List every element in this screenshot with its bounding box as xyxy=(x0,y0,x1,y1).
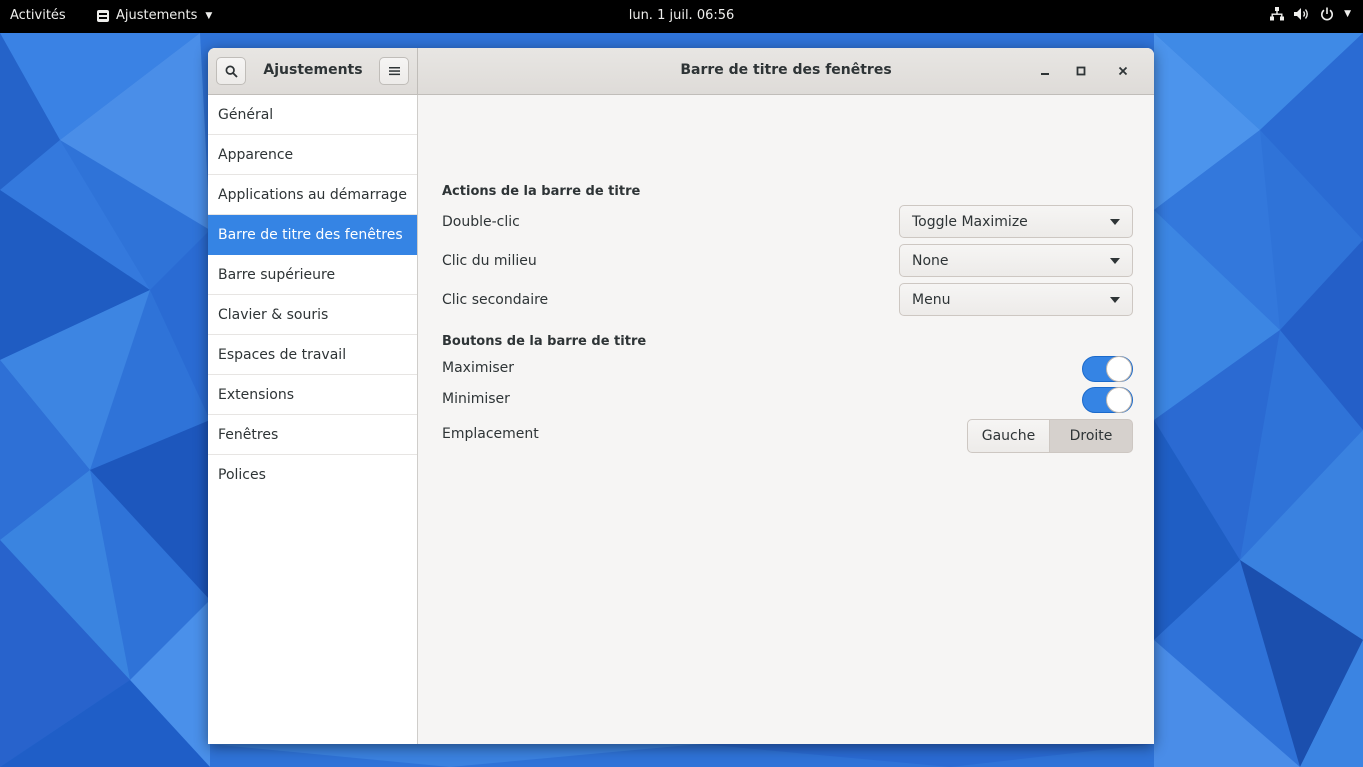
app-menu-label: Ajustements xyxy=(116,8,198,23)
sidebar-item-label: Extensions xyxy=(218,386,295,403)
menu-button[interactable] xyxy=(379,57,409,85)
maximize-icon xyxy=(1076,66,1086,76)
power-icon xyxy=(1321,7,1334,21)
minimize-switch[interactable] xyxy=(1082,387,1133,413)
window-title: Barre de titre des fenêtres xyxy=(680,62,892,78)
sidebar-item-label: Général xyxy=(218,106,274,123)
hamburger-icon xyxy=(388,67,400,76)
middle-click-value: None xyxy=(912,252,949,269)
placement-left-label: Gauche xyxy=(981,428,1036,444)
sidebar-item-workspaces[interactable]: Espaces de travail xyxy=(208,335,417,375)
sidebar-item-label: Barre de titre des fenêtres xyxy=(218,226,403,243)
sidebar-header: Ajustements xyxy=(208,48,418,94)
maximize-switch[interactable] xyxy=(1082,356,1133,382)
sidebar-item-label: Apparence xyxy=(218,146,294,163)
double-click-label: Double-clic xyxy=(442,214,520,230)
sidebar-item-label: Polices xyxy=(218,466,266,483)
middle-click-dropdown[interactable]: None xyxy=(899,244,1133,277)
switch-knob xyxy=(1106,387,1132,413)
chevron-down-icon: ▼ xyxy=(1344,9,1351,19)
placement-right-button[interactable]: Droite xyxy=(1050,419,1133,453)
activities-label: Activités xyxy=(10,8,66,23)
titlebar-actions-heading: Actions de la barre de titre xyxy=(442,184,641,199)
volume-icon xyxy=(1294,8,1309,20)
sidebar-title: Ajustements xyxy=(263,62,363,78)
minimize-icon xyxy=(1041,73,1049,75)
close-icon xyxy=(1118,66,1128,76)
sidebar-item-startup-applications[interactable]: Applications au démarrage xyxy=(208,175,417,215)
sidebar-item-general[interactable]: Général xyxy=(208,95,417,135)
tweaks-app-icon xyxy=(97,9,109,22)
network-icon xyxy=(1270,7,1285,21)
maximize-label: Maximiser xyxy=(442,360,515,376)
placement-toggle: Gauche Droite xyxy=(967,419,1133,453)
chevron-down-icon xyxy=(1110,258,1120,264)
settings-panel: Actions de la barre de titre Double-clic… xyxy=(418,95,1154,744)
sidebar-item-window-titlebars[interactable]: Barre de titre des fenêtres xyxy=(208,215,417,255)
secondary-click-label: Clic secondaire xyxy=(442,292,549,308)
chevron-down-icon xyxy=(1110,219,1120,225)
chevron-down-icon: ▼ xyxy=(205,10,213,21)
content-header: Barre de titre des fenêtres xyxy=(418,48,1154,94)
sidebar-item-label: Barre supérieure xyxy=(218,266,336,283)
placement-label: Emplacement xyxy=(442,426,539,442)
double-click-value: Toggle Maximize xyxy=(912,213,1028,230)
sidebar-item-label: Fenêtres xyxy=(218,426,279,443)
clock[interactable]: lun. 1 juil. 06:56 xyxy=(629,8,735,23)
header-bar: Ajustements Barre de titre des fenêtres xyxy=(208,48,1154,95)
app-menu-button[interactable]: Ajustements ▼ xyxy=(96,8,212,23)
secondary-click-value: Menu xyxy=(912,291,951,308)
top-bar: Activités Ajustements ▼ lun. 1 juil. 06:… xyxy=(0,0,1363,33)
sidebar: Général Apparence Applications au démarr… xyxy=(208,95,418,744)
sidebar-item-windows[interactable]: Fenêtres xyxy=(208,415,417,455)
sidebar-item-fonts[interactable]: Polices xyxy=(208,455,417,494)
titlebar-buttons-heading: Boutons de la barre de titre xyxy=(442,334,647,349)
tweaks-window: Ajustements Barre de titre des fenêtres xyxy=(208,48,1154,744)
placement-left-button[interactable]: Gauche xyxy=(967,419,1050,453)
sidebar-item-keyboard-mouse[interactable]: Clavier & souris xyxy=(208,295,417,335)
maximize-button[interactable] xyxy=(1072,62,1090,80)
sidebar-item-label: Espaces de travail xyxy=(218,346,347,363)
placement-right-label: Droite xyxy=(1069,428,1113,444)
minimize-button[interactable] xyxy=(1036,62,1054,80)
middle-click-label: Clic du milieu xyxy=(442,253,537,269)
sidebar-item-label: Clavier & souris xyxy=(218,306,329,323)
sidebar-item-top-bar[interactable]: Barre supérieure xyxy=(208,255,417,295)
secondary-click-dropdown[interactable]: Menu xyxy=(899,283,1133,316)
double-click-dropdown[interactable]: Toggle Maximize xyxy=(899,205,1133,238)
chevron-down-icon xyxy=(1110,297,1120,303)
sidebar-item-appearance[interactable]: Apparence xyxy=(208,135,417,175)
sidebar-item-label: Applications au démarrage xyxy=(218,186,407,203)
system-status-menu[interactable]: ▼ xyxy=(1270,7,1351,21)
switch-knob xyxy=(1106,356,1132,382)
activities-button[interactable]: Activités xyxy=(10,8,66,23)
sidebar-item-extensions[interactable]: Extensions xyxy=(208,375,417,415)
minimize-label: Minimiser xyxy=(442,391,510,407)
close-button[interactable] xyxy=(1114,62,1132,80)
